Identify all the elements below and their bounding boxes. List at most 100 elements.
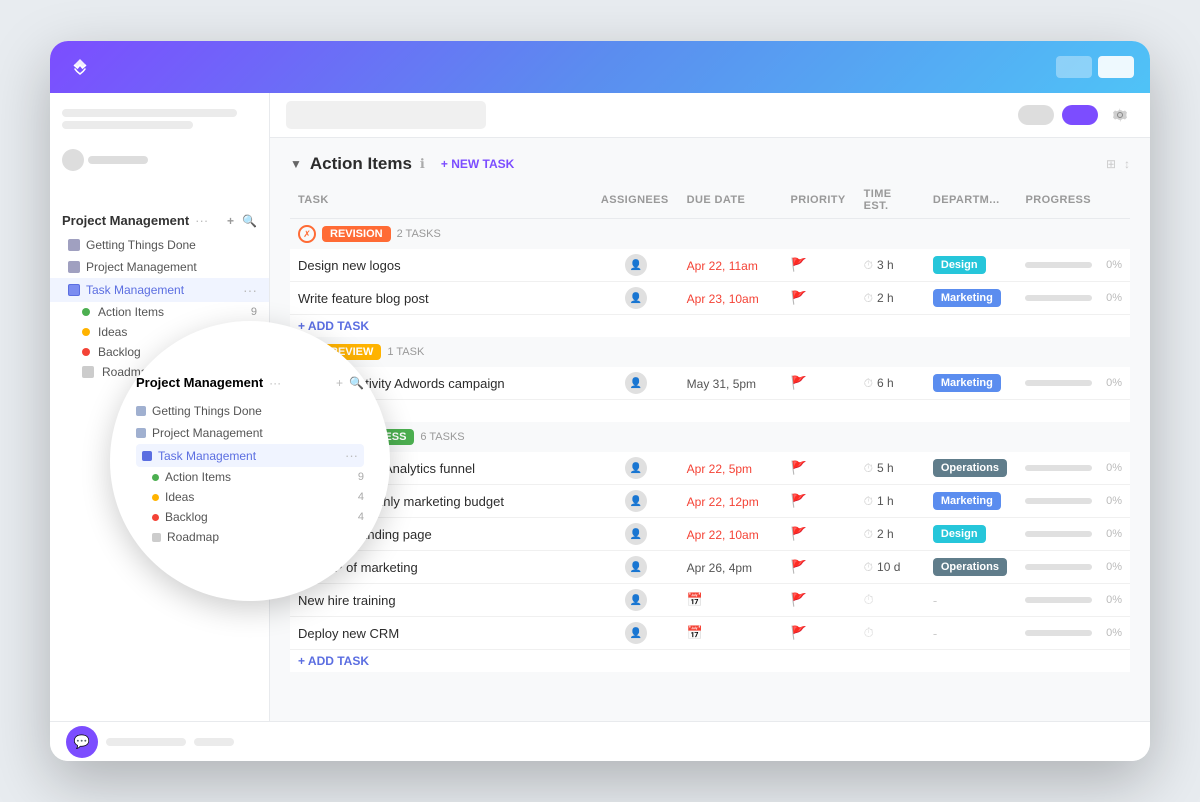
content-search[interactable]	[286, 101, 486, 129]
add-task-label[interactable]: + ADD TASK	[290, 400, 1130, 423]
sp-sub-label-2: Ideas	[165, 490, 194, 504]
chat-btn[interactable]: 💬	[66, 726, 98, 758]
progress-pct: 0%	[1098, 292, 1122, 304]
dept-td: Design	[925, 249, 1018, 282]
sp-item-3[interactable]: Task Management ···	[136, 444, 364, 467]
priority-flag: 🚩	[791, 460, 807, 475]
sort-icon[interactable]: ↕	[1124, 157, 1130, 171]
top-bar	[50, 41, 1150, 93]
assignee-avatar: 👤	[625, 254, 647, 276]
progress-td: 0%	[1017, 367, 1130, 400]
table-header: TASK ASSIGNEES DUE DATE PRIORITY TIME ES…	[290, 182, 1130, 219]
sp-sub-1[interactable]: Action Items 9	[136, 467, 364, 487]
assignee-avatar: 👤	[625, 490, 647, 512]
sidebar-add-btn[interactable]: +	[227, 214, 234, 228]
sidebar-search-btn[interactable]: 🔍	[242, 214, 257, 228]
priority-td: 🚩	[783, 584, 856, 617]
progress-pct: 0%	[1098, 462, 1122, 474]
sp-sub-2[interactable]: Ideas 4	[136, 487, 364, 507]
sidebar-item-task-management[interactable]: Task Management ···	[50, 278, 269, 302]
priority-flag-empty: 🚩	[791, 592, 807, 607]
task-row[interactable]: Hire VP of marketing 👤 Apr 26, 4pm 🚩 ⏱10…	[290, 551, 1130, 584]
progress-cell: 0%	[1025, 561, 1122, 573]
sidebar-item-project-management[interactable]: Project Management	[50, 256, 269, 278]
task-name: Design new logos	[298, 258, 401, 273]
add-task-label[interactable]: + ADD TASK	[290, 650, 1130, 673]
group-count-review: 1 TASK	[387, 346, 424, 358]
dept-badge: Marketing	[933, 492, 1001, 510]
task-row[interactable]: Run productivity Adwords campaign 👤 May …	[290, 367, 1130, 400]
view-toggle-1[interactable]	[1056, 56, 1092, 78]
sp-dot-yellow-1	[152, 494, 159, 501]
priority-flag: 🚩	[791, 290, 807, 305]
sidebar-item-getting-things-done[interactable]: Getting Things Done	[50, 234, 269, 256]
due-date-cell: May 31, 5pm	[687, 377, 756, 391]
dept-badge: Marketing	[933, 289, 1001, 307]
task-row[interactable]: Design new logos 👤 Apr 22, 11am 🚩 ⏱3 h D…	[290, 249, 1130, 282]
th-time: TIME EST.	[856, 182, 925, 219]
sp-item-1[interactable]: Getting Things Done	[136, 400, 364, 422]
view-toggle-2[interactable]	[1098, 56, 1134, 78]
group-count-revision: 2 TASKS	[397, 228, 441, 240]
th-task: TASK	[290, 182, 593, 219]
task-row[interactable]: Organize monthly marketing budget 👤 Apr …	[290, 485, 1130, 518]
sp-item-2[interactable]: Project Management	[136, 422, 364, 444]
sidebar-overflow-btn[interactable]: ···	[243, 282, 257, 298]
priority-td: 🚩	[783, 367, 856, 400]
time-est-cell: ⏱2 h	[864, 291, 917, 306]
progress-td: 0%	[1017, 551, 1130, 584]
dept-badge: Operations	[933, 459, 1007, 477]
progress-pct: 0%	[1098, 259, 1122, 271]
dept-td: -	[925, 584, 1018, 617]
task-row[interactable]: Draft new landing page 👤 Apr 22, 10am 🚩 …	[290, 518, 1130, 551]
progress-bar-bg	[1025, 564, 1092, 570]
filter-icon[interactable]: ⊞	[1106, 157, 1116, 171]
due-date-cell: Apr 22, 11am	[687, 259, 758, 273]
task-row[interactable]: Deploy new CRM 👤 📅 🚩 ⏱ - 0%	[290, 617, 1130, 650]
roadmap-icon	[82, 366, 94, 378]
progress-bar-bg	[1025, 597, 1092, 603]
task-name: Write feature blog post	[298, 291, 429, 306]
assignee-avatar: 👤	[625, 523, 647, 545]
view-toggle[interactable]	[1018, 105, 1054, 125]
priority-td: 🚩	[783, 485, 856, 518]
time-est-cell: ⏱3 h	[864, 258, 917, 273]
assignee-avatar: 👤	[625, 622, 647, 644]
assignee-cell: 👤	[593, 485, 679, 518]
sp-overflow-btn[interactable]: ···	[345, 448, 358, 463]
add-task-row-revision[interactable]: + ADD TASK	[290, 315, 1130, 338]
add-task-label[interactable]: + ADD TASK	[290, 315, 1130, 338]
due-date-td: Apr 26, 4pm	[679, 551, 783, 584]
progress-bar-bg	[1025, 498, 1092, 504]
sp-sub-label-4: Roadmap	[167, 530, 219, 544]
priority-flag: 🚩	[791, 375, 807, 390]
add-task-row-review[interactable]: + ADD TASK	[290, 400, 1130, 423]
sp-search-btn[interactable]: 🔍	[349, 376, 364, 390]
dot-red-1	[82, 348, 90, 356]
task-row[interactable]: New hire training 👤 📅 🚩 ⏱ - 0%	[290, 584, 1130, 617]
sp-sub-3[interactable]: Backlog 4	[136, 507, 364, 527]
add-task-row-inprogress[interactable]: + ADD TASK	[290, 650, 1130, 673]
assignee-avatar: 👤	[625, 287, 647, 309]
sp-sub-4[interactable]: Roadmap	[136, 527, 364, 547]
settings-btn[interactable]	[1106, 101, 1134, 129]
sp-sub-label-1: Action Items	[165, 470, 231, 484]
assignee-cell: 👤	[593, 452, 679, 485]
task-row[interactable]: Set up Google Analytics funnel 👤 Apr 22,…	[290, 452, 1130, 485]
sp-sub-badge-1: 9	[358, 471, 364, 483]
new-task-btn[interactable]: + NEW TASK	[441, 157, 514, 171]
time-td: ⏱2 h	[856, 282, 925, 315]
device-frame: Project Management ··· + 🔍 Getting Thing…	[50, 41, 1150, 761]
spotlight-content: Project Management ··· + 🔍 Getting Thing…	[120, 359, 380, 563]
filter-toggle[interactable]	[1062, 105, 1098, 125]
spotlight-header: Project Management ··· + 🔍	[136, 375, 364, 390]
progress-bar-bg	[1025, 380, 1092, 386]
section-chevron[interactable]: ▼	[290, 157, 302, 171]
sp-add-btn[interactable]: +	[336, 376, 343, 390]
priority-flag: 🚩	[791, 526, 807, 541]
task-row[interactable]: Write feature blog post 👤 Apr 23, 10am 🚩…	[290, 282, 1130, 315]
progress-cell: 0%	[1025, 462, 1122, 474]
due-date-td: 📅	[679, 617, 783, 650]
task-name-cell: Write feature blog post	[290, 282, 593, 315]
sidebar-sub-action-items[interactable]: Action Items 9	[50, 302, 269, 322]
